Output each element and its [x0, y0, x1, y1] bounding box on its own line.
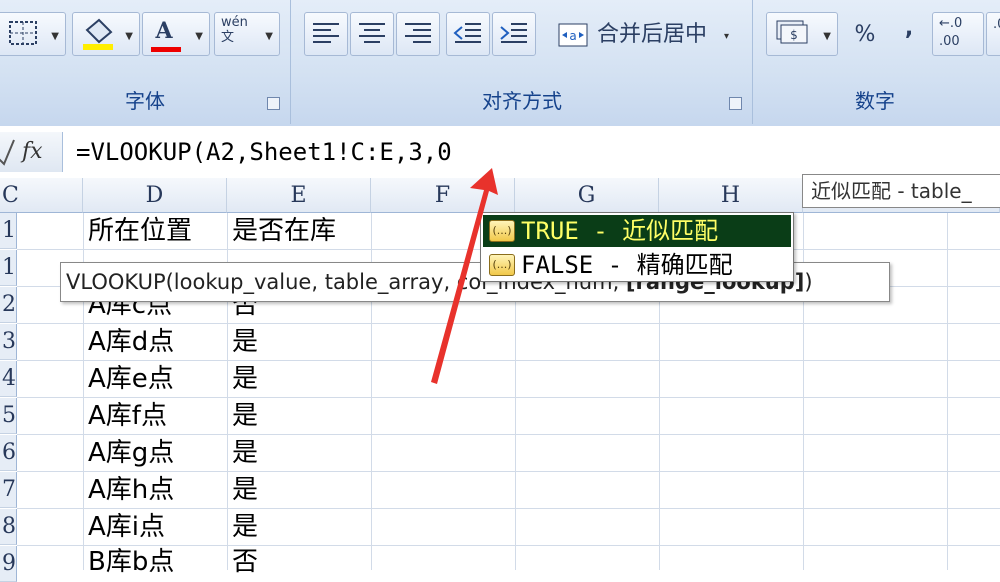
cell-d[interactable]: A库e点: [88, 361, 174, 397]
row-header[interactable]: 9: [0, 546, 17, 582]
row-header[interactable]: 7: [0, 472, 17, 508]
ribbon: ▼ ▼ A ▼ wén 文 ▼ 字体 a 合并后居中 ▾ 对齐方式 $ ▼ % …: [0, 0, 1000, 127]
autocomplete-item-label: FALSE - 精确匹配: [521, 251, 733, 279]
cell-d[interactable]: A库h点: [88, 472, 174, 508]
cell-e[interactable]: 是: [232, 509, 258, 545]
decimal-icon: ←.0 .00: [939, 16, 963, 49]
cell-e[interactable]: 是: [232, 472, 258, 508]
align-left-button[interactable]: [304, 12, 348, 56]
cell-d[interactable]: A库i点: [88, 509, 165, 545]
decrease-decimal-icon: .0: [993, 17, 1000, 32]
increase-indent-icon: [500, 23, 527, 43]
gridline: [947, 213, 948, 570]
row-header[interactable]: 1: [0, 213, 17, 249]
autocomplete-item-true[interactable]: (...) TRUE - 近似匹配: [483, 215, 791, 247]
fill-color-button[interactable]: ▼: [72, 12, 140, 56]
column-header-f[interactable]: F: [371, 178, 515, 213]
formula-input[interactable]: =VLOOKUP(A2,Sheet1!C:E,3,0: [76, 132, 452, 172]
alignment-group-label: 对齐方式: [482, 89, 562, 113]
decrease-decimal-button[interactable]: .0: [986, 12, 1000, 56]
alignment-dialog-launcher[interactable]: [729, 97, 742, 110]
align-center-icon: [359, 23, 385, 43]
number-group-label: 数字: [855, 89, 895, 113]
accounting-icon: $: [776, 20, 808, 44]
confirm-check-icon[interactable]: [0, 132, 16, 172]
cell-e[interactable]: 是否在库: [232, 213, 336, 249]
font-group-label: 字体: [125, 89, 165, 113]
chevron-down-icon[interactable]: ▼: [265, 31, 273, 42]
signature-suffix: ): [804, 270, 813, 294]
increase-indent-button[interactable]: [492, 12, 536, 56]
paint-bucket-icon: [83, 18, 113, 50]
chevron-down-icon[interactable]: ▼: [51, 31, 59, 42]
insert-function-icon[interactable]: fx: [22, 132, 43, 172]
column-header-c[interactable]: C: [0, 178, 83, 213]
align-center-button[interactable]: [350, 12, 394, 56]
font-color-swatch: [151, 47, 181, 52]
border-button[interactable]: ▼: [0, 12, 66, 56]
column-header-g[interactable]: G: [515, 178, 659, 213]
decrease-indent-button[interactable]: [446, 12, 490, 56]
signature-prefix: VLOOKUP(lookup_value, table_ar: [66, 270, 410, 294]
number-group: $ ▼ % , ←.0 .00 .0 数字: [760, 0, 1000, 124]
autocomplete-item-label: TRUE - 近似匹配: [521, 217, 719, 245]
comma-icon: ,: [904, 16, 914, 41]
cell-d[interactable]: 所在位置: [88, 213, 192, 249]
column-header-e[interactable]: E: [227, 178, 371, 213]
row-header[interactable]: 5: [0, 398, 17, 434]
align-right-button[interactable]: [396, 12, 440, 56]
border-icon: [9, 21, 37, 45]
alignment-group: a 合并后居中 ▾ 对齐方式: [292, 0, 753, 124]
merge-center-label: 合并后居中: [597, 22, 708, 47]
cell-e[interactable]: 是: [232, 361, 258, 397]
font-group: ▼ ▼ A ▼ wén 文 ▼ 字体: [0, 0, 291, 124]
align-right-icon: [405, 23, 431, 43]
cell-d[interactable]: A库d点: [88, 324, 174, 360]
row-header[interactable]: 8: [0, 509, 17, 545]
column-header-d[interactable]: D: [83, 178, 227, 213]
row-header[interactable]: 2: [0, 287, 17, 323]
font-color-button[interactable]: A ▼: [142, 12, 210, 56]
phonetic-icon: wén 文: [221, 15, 248, 45]
font-dialog-launcher[interactable]: [267, 97, 280, 110]
argument-hint-tooltip: 近似匹配 - table_: [802, 174, 1000, 208]
svg-text:$: $: [790, 28, 798, 42]
chevron-down-icon[interactable]: ▼: [125, 31, 133, 42]
chevron-down-icon[interactable]: ▼: [823, 31, 831, 42]
constant-icon: (...): [489, 254, 515, 276]
autocomplete-list[interactable]: (...) TRUE - 近似匹配 (...) FALSE - 精确匹配: [480, 212, 794, 282]
cell-e[interactable]: 是: [232, 398, 258, 434]
align-left-icon: [313, 23, 339, 43]
chevron-down-icon[interactable]: ▾: [724, 31, 729, 42]
row-header[interactable]: 1: [0, 250, 17, 286]
column-header-h[interactable]: H: [659, 178, 803, 213]
svg-text:a: a: [569, 29, 576, 43]
percent-button[interactable]: %: [840, 12, 888, 56]
formula-buttons: fx: [0, 132, 63, 172]
comma-button[interactable]: ,: [888, 12, 928, 56]
autocomplete-item-false[interactable]: (...) FALSE - 精确匹配: [483, 249, 791, 281]
constant-icon: (...): [489, 220, 515, 242]
cell-e[interactable]: 否: [232, 544, 258, 580]
increase-decimal-button[interactable]: ←.0 .00: [932, 12, 984, 56]
cell-e[interactable]: 是: [232, 324, 258, 360]
merge-center-button[interactable]: a 合并后居中 ▾: [548, 12, 744, 56]
decrease-indent-icon: [453, 23, 481, 43]
chevron-down-icon[interactable]: ▼: [195, 31, 203, 42]
formula-bar: fx =VLOOKUP(A2,Sheet1!C:E,3,0: [0, 126, 1000, 179]
cell-d[interactable]: A库g点: [88, 435, 174, 471]
cell-e[interactable]: 是: [232, 435, 258, 471]
phonetic-button[interactable]: wén 文 ▼: [214, 12, 280, 56]
cell-d[interactable]: A库f点: [88, 398, 167, 434]
cell-d[interactable]: B库b点: [88, 544, 174, 580]
row-header[interactable]: 6: [0, 435, 17, 471]
merge-center-icon: a: [558, 23, 588, 47]
row-header[interactable]: 3: [0, 324, 17, 360]
row-header[interactable]: 4: [0, 361, 17, 397]
percent-icon: %: [854, 22, 876, 47]
accounting-format-button[interactable]: $ ▼: [766, 12, 838, 56]
